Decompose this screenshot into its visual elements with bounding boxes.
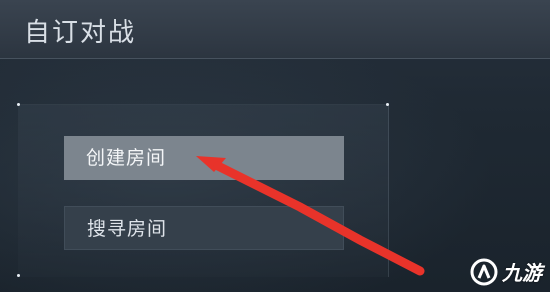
panel-corner-dot [17, 274, 20, 277]
watermark-text: 九游 [502, 261, 542, 285]
panel-corner-dot [386, 103, 389, 106]
title-bar: 自订对战 [0, 0, 550, 59]
page-title: 自订对战 [24, 18, 137, 48]
jiuyou-logo-icon [470, 258, 498, 285]
search-room-button[interactable]: 搜寻房间 [64, 206, 344, 250]
menu-panel [18, 104, 389, 277]
game-screen: 自订对战 创建房间 搜寻房间 九游 [0, 0, 550, 292]
panel-corner-dot [17, 103, 20, 106]
watermark: 九游 [470, 257, 542, 286]
create-room-button[interactable]: 创建房间 [64, 136, 344, 180]
